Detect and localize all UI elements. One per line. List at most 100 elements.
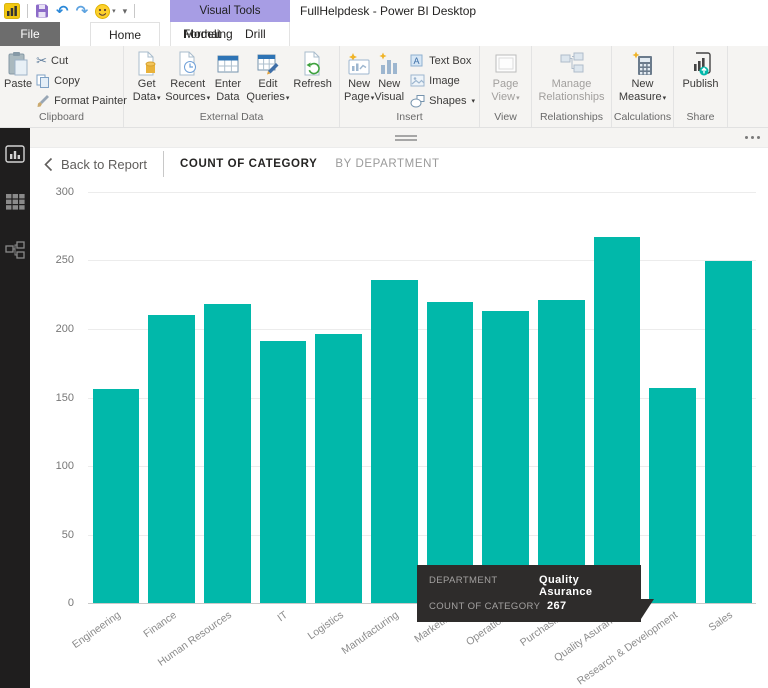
title-bar: ↶ ↷ ▾ ▾ Visual Tools FullHelpdesk - Powe… <box>0 0 768 22</box>
refresh-button[interactable]: Refresh <box>290 50 335 91</box>
y-axis-label: 0 <box>68 597 74 609</box>
back-chevron-icon <box>44 157 53 172</box>
group-share: Publish Share <box>674 46 728 127</box>
bar[interactable] <box>594 237 641 603</box>
new-visual-icon <box>377 50 401 78</box>
bar[interactable] <box>538 300 585 603</box>
bar[interactable] <box>371 280 418 603</box>
bar[interactable] <box>705 261 752 604</box>
group-label: View <box>480 109 531 127</box>
x-axis-label: IT <box>275 609 290 624</box>
contextual-tab-header: Visual Tools <box>170 0 290 22</box>
toolbar-dropdown-icon[interactable]: ▾ <box>123 6 128 17</box>
x-axis-label: Logistics <box>305 609 345 642</box>
x-axis-label: Finance <box>141 609 178 640</box>
new-visual-button[interactable]: New Visual <box>374 50 404 103</box>
window-title: FullHelpdesk - Power BI Desktop <box>300 0 476 22</box>
undo-icon[interactable]: ↶ <box>56 4 69 19</box>
bar[interactable] <box>427 302 474 603</box>
tab-format[interactable]: Format <box>171 22 233 46</box>
group-label: Insert <box>340 109 479 127</box>
copy-button[interactable]: Copy <box>36 72 127 89</box>
divider <box>163 151 164 177</box>
enter-data-icon <box>216 50 240 78</box>
x-axis-label: Engineering <box>70 609 123 651</box>
new-page-button[interactable]: New Page▾ <box>344 50 374 103</box>
group-clipboard: Paste ✂ Cut Copy Format Painter <box>0 46 124 127</box>
y-axis-label: 300 <box>56 186 74 198</box>
tooltip-row: COUNT OF CATEGORY 267 <box>429 600 629 612</box>
publish-button[interactable]: Publish <box>678 50 723 91</box>
y-axis-label: 100 <box>56 460 74 472</box>
save-icon[interactable] <box>35 4 49 18</box>
divider <box>27 4 28 18</box>
tab-file[interactable]: File <box>0 22 60 46</box>
y-axis-label: 150 <box>56 392 74 404</box>
enter-data-button[interactable]: Enter Data <box>210 50 245 103</box>
bar[interactable] <box>204 304 251 603</box>
group-label: Share <box>674 109 727 127</box>
tab-drill[interactable]: Drill <box>233 22 278 46</box>
shapes-icon <box>410 94 425 108</box>
contextual-tab-label: Visual Tools <box>200 5 261 17</box>
copy-icon <box>36 74 50 88</box>
canvas-top-strip <box>30 128 768 148</box>
image-button[interactable]: Image <box>410 72 475 89</box>
tab-home[interactable]: Home <box>90 22 160 46</box>
ribbon: Paste ✂ Cut Copy Format Painter <box>0 46 768 128</box>
group-calculations: New Measure▾ Calculations <box>612 46 674 127</box>
format-painter-button[interactable]: Format Painter <box>36 92 127 109</box>
page-view-button[interactable]: Page View▾ <box>484 50 527 103</box>
bar[interactable] <box>649 388 696 603</box>
chevron-down-icon: ▾ <box>663 95 667 102</box>
group-label: Relationships <box>532 109 611 127</box>
chart-tooltip: DEPARTMENT Quality Asurance COUNT OF CAT… <box>417 565 641 622</box>
refresh-icon <box>301 50 325 78</box>
text-box-button[interactable]: A Text Box <box>410 52 475 69</box>
bar[interactable] <box>93 389 140 603</box>
chevron-down-icon: ▾ <box>471 97 475 105</box>
edit-queries-icon <box>256 50 280 78</box>
cut-icon: ✂ <box>36 54 47 67</box>
smiley-icon[interactable]: ▾ <box>95 4 116 19</box>
recent-sources-icon <box>176 50 200 78</box>
text-box-icon: A <box>410 54 425 68</box>
chevron-down-icon: ▾ <box>516 95 520 102</box>
bar[interactable] <box>148 315 195 603</box>
bar[interactable] <box>260 341 307 603</box>
report-view-icon <box>5 145 25 163</box>
manage-relationships-icon <box>559 50 585 78</box>
bar[interactable] <box>315 334 362 603</box>
group-external-data: Get Data▾ Recent Sources▾ Enter Data Edi… <box>124 46 340 127</box>
quick-access-toolbar: ↶ ↷ ▾ ▾ <box>4 0 135 22</box>
back-to-report-button[interactable]: Back to Report <box>44 157 147 172</box>
data-view-button[interactable] <box>5 192 25 212</box>
group-insert: New Page▾ New Visual A Text Box <box>340 46 480 127</box>
svg-text:A: A <box>414 56 420 66</box>
focus-mode-header: Back to Report COUNT OF CATEGORY BY DEPA… <box>44 151 440 177</box>
paste-button[interactable]: Paste <box>4 50 32 91</box>
new-measure-button[interactable]: New Measure▾ <box>616 50 669 103</box>
recent-sources-button[interactable]: Recent Sources▾ <box>165 50 210 103</box>
bars-container <box>88 192 756 603</box>
bar[interactable] <box>482 311 529 603</box>
group-label: Calculations <box>612 109 673 127</box>
publish-icon <box>688 50 714 78</box>
cut-button[interactable]: ✂ Cut <box>36 52 127 69</box>
manage-relationships-button[interactable]: Manage Relationships <box>536 50 607 103</box>
report-view-button[interactable] <box>5 144 25 164</box>
drag-handle[interactable] <box>395 135 417 143</box>
x-axis-label: Manufacturing <box>340 609 401 657</box>
relationships-view-button[interactable] <box>5 240 25 260</box>
group-label: Clipboard <box>0 109 123 127</box>
format-painter-icon <box>36 94 50 108</box>
chevron-down-icon: ▾ <box>157 95 161 102</box>
page-view-icon <box>494 50 518 78</box>
group-relationships: Manage Relationships Relationships <box>532 46 612 127</box>
edit-queries-button[interactable]: Edit Queries▾ <box>246 50 291 103</box>
redo-icon[interactable]: ↷ <box>76 4 89 19</box>
shapes-button[interactable]: Shapes ▾ <box>410 92 475 109</box>
more-options-icon[interactable] <box>745 136 760 139</box>
get-data-button[interactable]: Get Data▾ <box>128 50 165 103</box>
plot-area <box>88 192 756 603</box>
